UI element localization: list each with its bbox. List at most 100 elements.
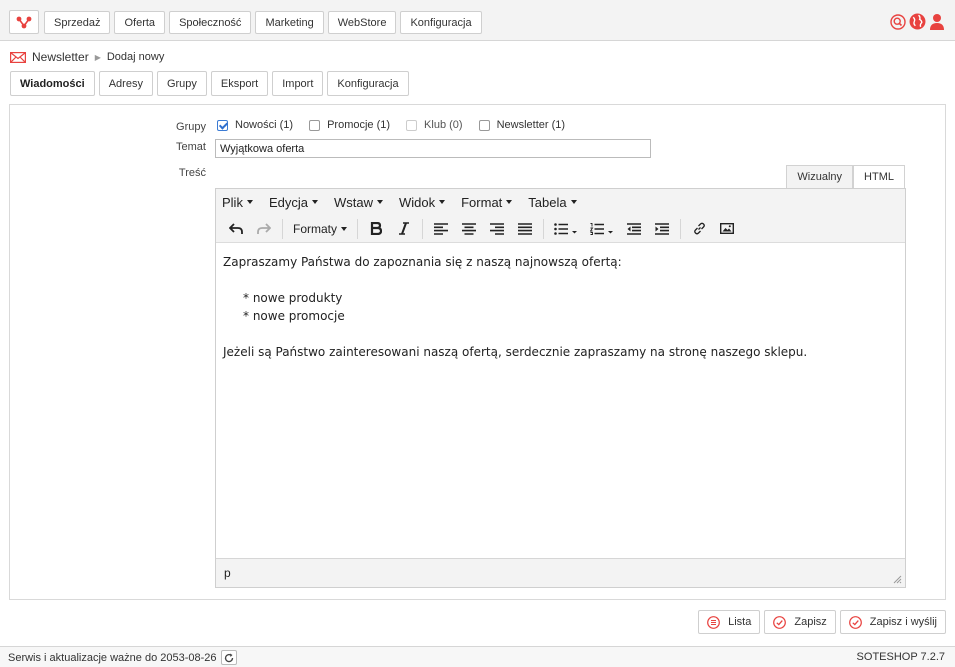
chevron-down-icon	[376, 200, 383, 204]
nav-sprzedaz[interactable]: Sprzedaż	[44, 11, 111, 34]
redo-icon	[257, 222, 271, 234]
undo-icon	[229, 222, 243, 234]
numbered-list-icon	[590, 222, 614, 235]
outdent-button[interactable]	[620, 217, 648, 241]
tab-wizualny[interactable]: Wizualny	[786, 165, 854, 188]
menu-edycja[interactable]: Edycja	[269, 195, 318, 210]
nav-webstore[interactable]: WebStore	[327, 11, 397, 34]
list-item: * nowe produkty	[243, 291, 343, 305]
toolbar-divider	[680, 218, 682, 239]
group-promocje[interactable]: Promocje (1)	[309, 119, 390, 131]
breadcrumb: Newsletter ▶ Dodaj nowy	[10, 48, 164, 66]
tab-konfiguracja[interactable]: Konfiguracja	[327, 71, 409, 96]
tab-import[interactable]: Import	[272, 71, 324, 96]
nav-spolecznosc[interactable]: Społeczność	[169, 11, 252, 34]
breadcrumb-module[interactable]: Newsletter	[32, 50, 89, 64]
menu-edycja-label: Edycja	[268, 194, 308, 210]
editor-content[interactable]: Zapraszamy Państwa do zapoznania się z n…	[216, 243, 905, 558]
group-nowosci-checkbox[interactable]	[217, 119, 228, 131]
link-icon	[693, 222, 705, 235]
menu-format-label: Format	[461, 194, 503, 210]
save-button[interactable]: Zapisz	[764, 610, 836, 634]
toolbar-divider	[357, 218, 359, 239]
logo-button[interactable]	[9, 10, 39, 34]
footer-service: Serwis i aktualizacje ważne do 2053-08-2…	[8, 650, 237, 665]
group-nowosci-label: Nowości (1)	[235, 119, 294, 131]
insert-link-button[interactable]	[685, 217, 713, 241]
insert-image-button[interactable]	[713, 217, 741, 241]
align-justify-button[interactable]	[511, 217, 539, 241]
menu-tabela-label: Tabela	[528, 194, 567, 210]
module-tabs: Wiadomości Adresy Grupy Eksport Import K…	[10, 71, 409, 96]
image-icon	[720, 223, 735, 234]
formats-dropdown[interactable]: Formaty	[287, 217, 353, 241]
chevron-down-icon	[570, 200, 577, 204]
align-right-button[interactable]	[483, 217, 511, 241]
editor-statusbar: p	[216, 558, 905, 587]
top-icons	[890, 13, 945, 30]
menu-widok-label: Widok	[398, 194, 436, 210]
nav-oferta[interactable]: Oferta	[114, 11, 166, 34]
nav-konfiguracja[interactable]: Konfiguracja	[400, 11, 482, 34]
share-logo-icon	[16, 16, 32, 29]
check-circle-icon	[848, 615, 862, 629]
list-button[interactable]: Lista	[698, 610, 761, 634]
toolbar-divider	[422, 218, 424, 239]
menu-plik[interactable]: Plik	[222, 195, 253, 210]
search-icon[interactable]	[890, 13, 906, 30]
menu-widok[interactable]: Widok	[398, 194, 446, 210]
envelope-icon	[10, 51, 26, 63]
align-center-button[interactable]	[455, 217, 483, 241]
list-icon	[707, 615, 721, 629]
resize-grip-icon[interactable]	[893, 575, 902, 584]
align-left-button[interactable]	[427, 217, 455, 241]
toolbar-divider	[543, 218, 545, 239]
nav-marketing[interactable]: Marketing	[255, 11, 324, 34]
body-label: Treść	[178, 167, 206, 179]
service-expiry-text: Serwis i aktualizacje ważne do 2053-08-2…	[8, 651, 217, 664]
tab-eksport[interactable]: Eksport	[210, 71, 269, 96]
italic-button[interactable]	[390, 217, 418, 241]
rich-text-editor: Plik Edycja Wstaw Widok Format Tabela Fo…	[215, 188, 906, 588]
chevron-down-icon	[439, 200, 446, 204]
align-right-icon	[490, 222, 505, 235]
group-nowosci[interactable]: Nowości (1)	[217, 119, 293, 131]
bold-button[interactable]	[362, 217, 390, 241]
element-path[interactable]: p	[224, 566, 231, 580]
refresh-icon	[224, 653, 233, 662]
indent-button[interactable]	[648, 217, 676, 241]
content-outro: Jeżeli są Państwo zainteresowani naszą o…	[223, 345, 808, 359]
group-promocje-label: Promocje (1)	[327, 119, 391, 131]
redo-button[interactable]	[250, 217, 278, 241]
formats-label: Formaty	[293, 221, 338, 236]
menu-wstaw[interactable]: Wstaw	[334, 195, 383, 210]
save-and-send-label: Zapisz i wyślij	[869, 616, 937, 628]
italic-icon	[399, 222, 410, 235]
tab-grupy[interactable]: Grupy	[156, 71, 207, 96]
tab-adresy[interactable]: Adresy	[98, 71, 153, 96]
bullet-list-button[interactable]	[548, 217, 584, 241]
editor-mode-tabs: Wizualny HTML	[786, 165, 905, 188]
save-and-send-button[interactable]: Zapisz i wyślij	[839, 610, 946, 634]
check-circle-icon	[773, 615, 787, 629]
group-promocje-checkbox[interactable]	[309, 119, 321, 131]
group-newsletter-checkbox[interactable]	[478, 119, 490, 131]
subject-input[interactable]	[215, 139, 651, 158]
user-icon[interactable]	[929, 13, 945, 30]
tab-wiadomosci[interactable]: Wiadomości	[10, 71, 95, 96]
align-center-icon	[462, 222, 477, 235]
save-button-label: Zapisz	[794, 616, 827, 628]
group-klub: Klub (0)	[406, 119, 463, 131]
undo-button[interactable]	[222, 217, 250, 241]
menu-format[interactable]: Format	[461, 194, 513, 210]
group-newsletter[interactable]: Newsletter (1)	[478, 119, 565, 131]
top-bar: Sprzedaż Oferta Społeczność Marketing We…	[0, 0, 955, 41]
breadcrumb-current: Dodaj nowy	[106, 51, 165, 63]
groups-label: Grupy	[176, 121, 206, 133]
numbered-list-button[interactable]	[584, 217, 620, 241]
menu-tabela[interactable]: Tabela	[528, 194, 577, 210]
refresh-button[interactable]	[220, 650, 237, 665]
editor-toolbar: Formaty	[216, 215, 905, 243]
globe-icon[interactable]	[909, 13, 926, 30]
tab-html[interactable]: HTML	[853, 165, 905, 188]
